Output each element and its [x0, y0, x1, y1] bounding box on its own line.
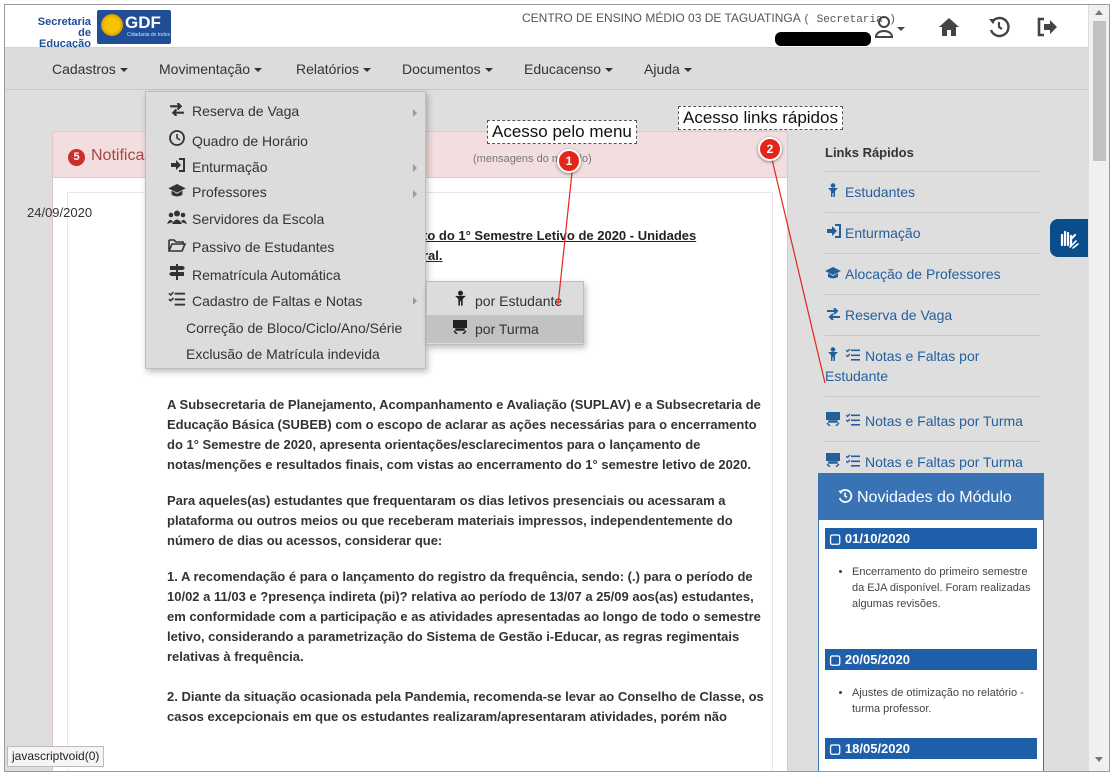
callout-menu-access: Acesso pelo menu: [487, 120, 637, 144]
browser-window: Secretaria de Educação GDF Cidadania de …: [4, 4, 1110, 772]
callout-quick-links-access: Acesso links rápidos: [678, 106, 843, 130]
vertical-scrollbar[interactable]: [1088, 5, 1109, 771]
callout-badge-1: 1: [557, 149, 581, 173]
scroll-thumb[interactable]: [1093, 21, 1106, 161]
sign-language-widget[interactable]: [1050, 219, 1088, 257]
page: Secretaria de Educação GDF Cidadania de …: [5, 5, 1088, 771]
scroll-up-arrow-icon[interactable]: [1095, 10, 1103, 15]
scroll-down-arrow-icon[interactable]: [1095, 757, 1103, 762]
hands-icon: [1056, 230, 1082, 255]
callout-badge-2: 2: [758, 137, 782, 161]
browser-status-bar: javascriptvoid(0): [7, 746, 105, 767]
